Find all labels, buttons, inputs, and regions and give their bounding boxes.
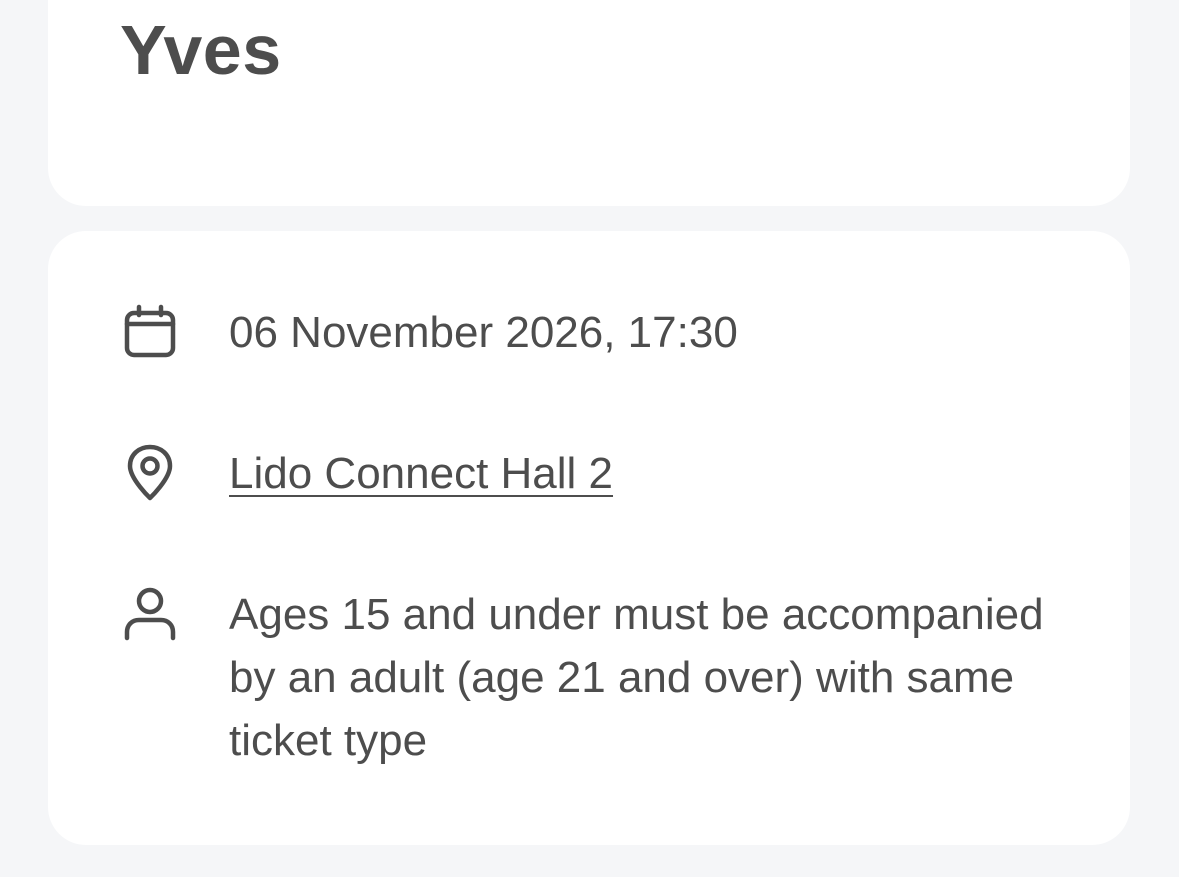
calendar-icon xyxy=(121,303,179,361)
person-icon xyxy=(121,586,179,644)
event-venue-link[interactable]: Lido Connect Hall 2 xyxy=(229,442,1050,505)
event-title-card: Yves xyxy=(48,0,1130,206)
event-title: Yves xyxy=(120,11,282,89)
map-pin-icon xyxy=(121,444,179,502)
event-details-card: 06 November 2026, 17:30 Lido Connect Hal… xyxy=(48,231,1130,845)
event-date-text: 06 November 2026, 17:30 xyxy=(229,308,738,357)
event-age-restriction-text: Ages 15 and under must be accompanied by… xyxy=(229,590,1044,765)
